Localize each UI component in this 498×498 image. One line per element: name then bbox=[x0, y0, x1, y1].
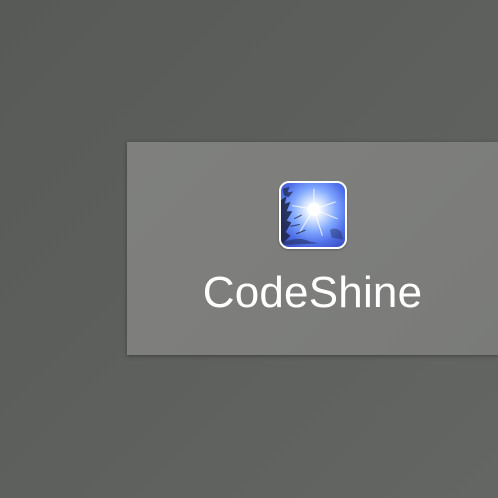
sun-through-trees-icon[interactable] bbox=[279, 181, 347, 249]
app-name-label: CodeShine bbox=[202, 268, 423, 317]
app-tile[interactable]: CodeShine bbox=[127, 142, 498, 355]
